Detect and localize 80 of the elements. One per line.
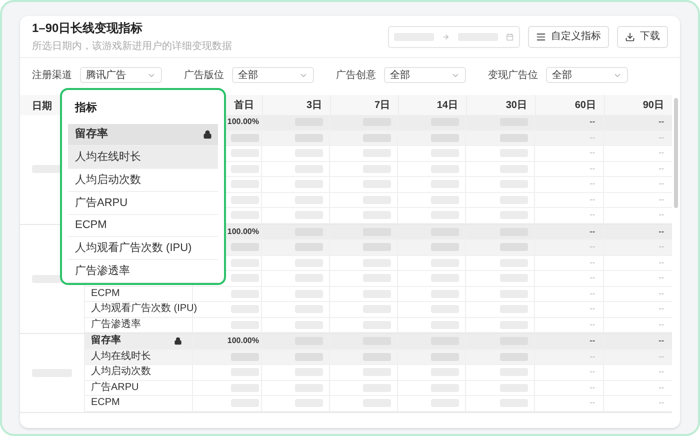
filter-label: 广告创意 xyxy=(336,68,376,82)
table-cell: -- xyxy=(590,162,595,175)
metric-label: ECPM xyxy=(91,288,120,299)
table-cell: -- xyxy=(590,116,595,128)
metric-option[interactable]: ECPM xyxy=(68,214,218,238)
table-cell: -- xyxy=(658,288,664,300)
download-icon xyxy=(625,32,635,42)
filter-label: 变现广告位 xyxy=(488,68,538,82)
table-cell: -- xyxy=(590,272,595,284)
table-cell: -- xyxy=(590,382,595,394)
table-cell: -- xyxy=(658,303,664,316)
table-cell: -- xyxy=(590,226,595,238)
metric-label: 广告渗透率 xyxy=(91,320,141,330)
table-cell: -- xyxy=(658,132,664,144)
table-cell: -- xyxy=(658,256,664,269)
table-cell: -- xyxy=(658,241,664,254)
table-cell: -- xyxy=(658,147,664,160)
table-cell: -- xyxy=(590,318,595,331)
table-cell: -- xyxy=(658,178,664,190)
table-cell: -- xyxy=(590,350,595,363)
column-header: 首日 xyxy=(234,98,254,112)
column-header: 60日 xyxy=(574,98,596,112)
filter-select[interactable]: 全部 xyxy=(232,67,314,83)
metric-option[interactable]: 留存率 xyxy=(68,124,218,146)
table-cell: -- xyxy=(658,318,664,331)
table-cell: -- xyxy=(590,178,595,190)
page-title: 1–90日长线变现指标 xyxy=(32,20,144,37)
metric-label: 人均启动次数 xyxy=(91,367,151,378)
column-header: 90日 xyxy=(642,98,664,112)
table-cell: -- xyxy=(590,132,595,144)
filter-label: 注册渠道 xyxy=(32,68,72,82)
metric-label: 留存率 xyxy=(91,336,121,346)
metric-option[interactable]: 人均在线时长 xyxy=(68,146,218,170)
arrow-right-icon xyxy=(442,32,450,40)
table-cell: -- xyxy=(658,209,664,222)
table-cell: -- xyxy=(658,366,664,378)
column-header: 7日 xyxy=(374,98,390,112)
list-icon xyxy=(536,32,546,42)
table-cell: -- xyxy=(590,194,595,206)
table-cell: -- xyxy=(590,288,595,300)
metric-label: ECPM xyxy=(91,398,120,408)
page-subtitle: 所选日期内，该游戏新进用户的详细变现数据 xyxy=(32,40,232,54)
dropdown-title: 指标 xyxy=(75,100,97,116)
scrollbar-thumb[interactable] xyxy=(674,98,678,208)
table-cell: -- xyxy=(658,397,664,410)
table-cell: -- xyxy=(590,335,595,348)
column-header: 3日 xyxy=(306,98,322,112)
table-cell: -- xyxy=(590,303,595,316)
table-cell: -- xyxy=(590,209,595,222)
table-cell: 100.00% xyxy=(227,226,259,238)
table-cell: -- xyxy=(658,116,664,128)
table-cell: -- xyxy=(590,366,595,378)
column-header: 14日 xyxy=(436,98,458,112)
table-cell: -- xyxy=(658,194,664,206)
filter-select[interactable]: 全部 xyxy=(546,67,628,83)
lock-icon xyxy=(203,130,212,140)
table-cell: -- xyxy=(658,382,664,394)
column-header: 30日 xyxy=(506,98,527,112)
filter-select[interactable]: 腾讯广告 xyxy=(80,67,162,83)
table-cell: -- xyxy=(658,272,664,284)
metric-label: 广告ARPU xyxy=(91,382,139,393)
date-range-field[interactable] xyxy=(388,26,520,48)
table-cell: -- xyxy=(658,162,664,175)
metric-label: 人均在线时长 xyxy=(91,352,151,362)
table-cell: -- xyxy=(590,147,595,160)
table-cell: 100.00% xyxy=(227,116,259,128)
filter-select[interactable]: 全部 xyxy=(384,67,466,83)
table-cell: -- xyxy=(590,256,595,269)
metric-label: 人均观看广告次数 (IPU) xyxy=(91,304,198,314)
download-button[interactable]: 下载 xyxy=(617,26,668,48)
table-cell: -- xyxy=(658,335,664,348)
table-cell: -- xyxy=(590,397,595,410)
filter-label: 广告版位 xyxy=(184,68,224,82)
customize-button[interactable]: 自定义指标 xyxy=(528,26,609,48)
table-cell: -- xyxy=(658,350,664,363)
table-cell: -- xyxy=(590,241,595,254)
table-cell: -- xyxy=(658,226,664,238)
calendar-icon xyxy=(506,32,514,40)
table-cell: 100.00% xyxy=(227,335,259,348)
column-header: 日期 xyxy=(32,101,52,112)
